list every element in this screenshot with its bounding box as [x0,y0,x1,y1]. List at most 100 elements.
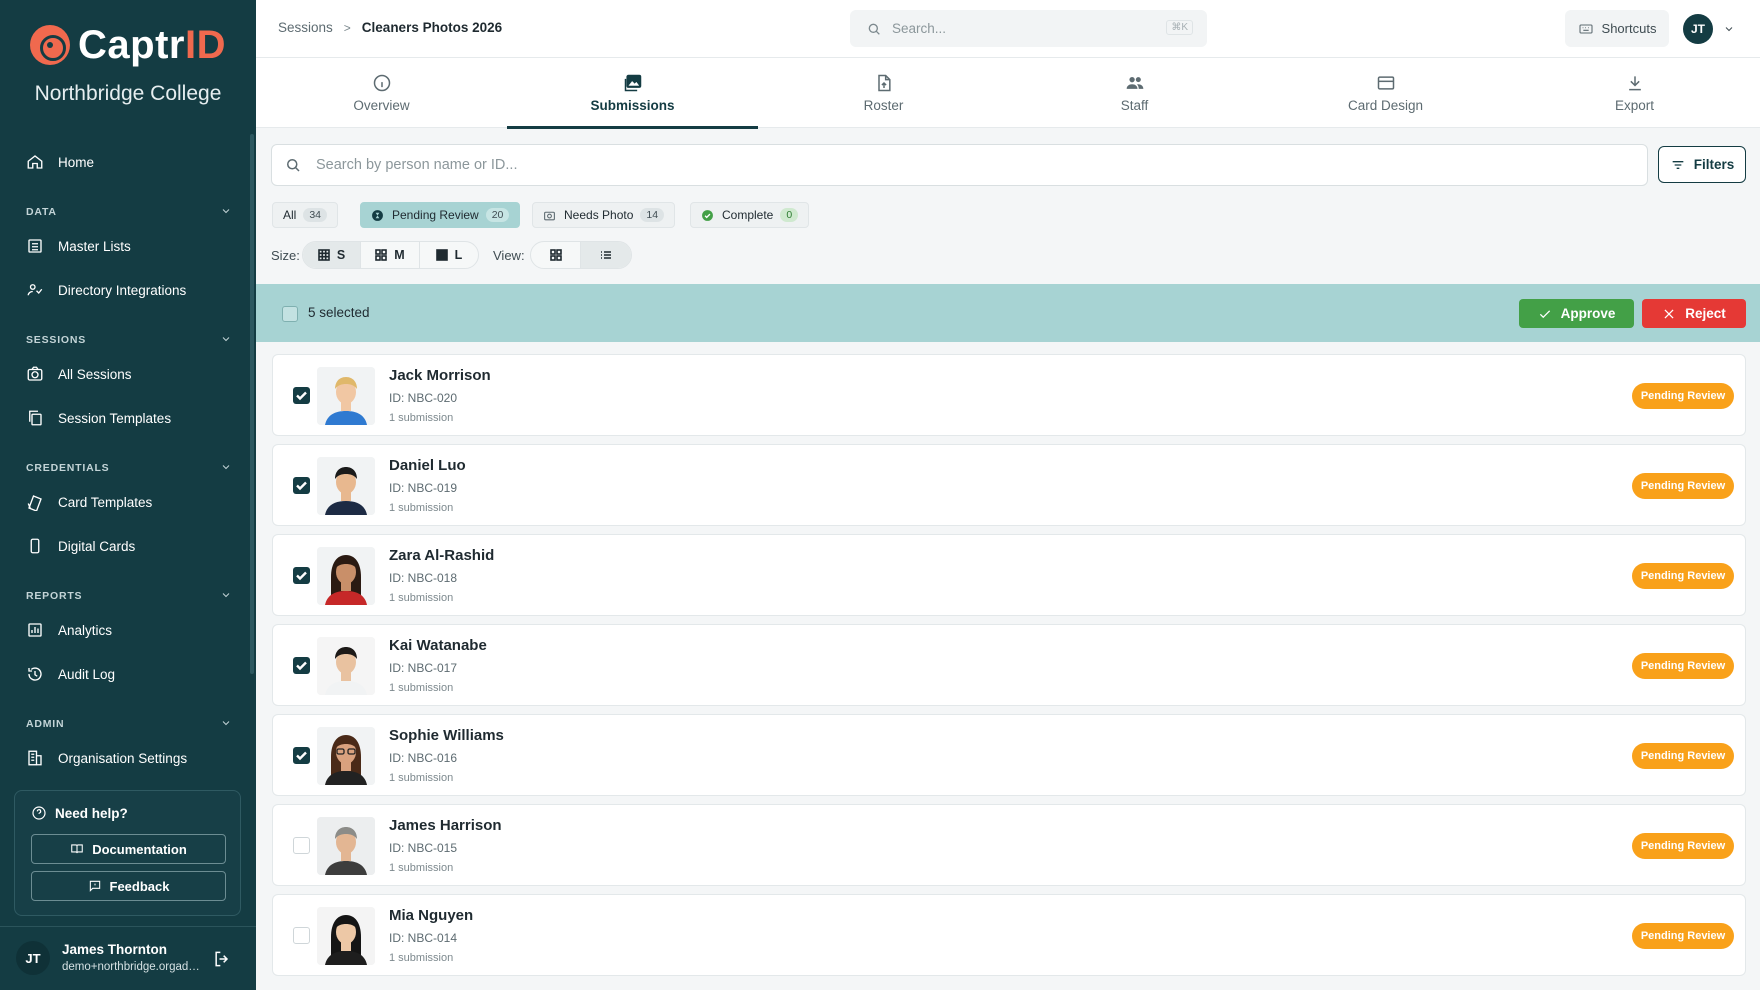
sidebar-item-session-templates[interactable]: Session Templates [26,403,171,433]
status-badge: Pending Review [1632,923,1734,949]
nav-section-reports[interactable]: REPORTS [26,588,232,604]
tab-staff[interactable]: Staff [1009,58,1260,128]
nav-section-data[interactable]: DATA [26,204,232,220]
person-id: ID: NBC-020 [389,391,458,405]
grid-view-icon [549,249,562,261]
sidebar-item-audit-log[interactable]: Audit Log [26,659,115,689]
sidebar-scrollbar[interactable] [250,134,254,674]
person-row[interactable]: Jack Morrison ID: NBC-020 1 submission Pend… [272,354,1746,436]
person-photo[interactable] [317,727,375,785]
person-id: ID: NBC-017 [389,661,458,675]
person-search-input[interactable] [316,157,1616,173]
camera-icon [26,365,44,383]
nav-section-admin[interactable]: ADMIN [26,716,232,732]
row-checkbox[interactable] [293,927,310,944]
person-photo[interactable] [317,637,375,695]
sidebar-item-all-sessions[interactable]: All Sessions [26,359,132,389]
chip-complete[interactable]: Complete 0 [690,202,810,228]
chevron-down-icon[interactable] [1723,22,1735,40]
row-checkbox[interactable] [293,837,310,854]
reject-button[interactable]: Reject [1642,299,1746,328]
select-all-checkbox[interactable] [282,306,298,322]
row-checkbox[interactable] [293,657,310,674]
chip-pending-review[interactable]: Pending Review 20 [360,202,521,228]
sidebar-item-digital-cards[interactable]: Digital Cards [26,531,135,561]
size-m-option[interactable]: M [361,242,420,268]
phone-icon [26,537,44,555]
person-row[interactable]: Zara Al-Rashid ID: NBC-018 1 submission Pen… [272,534,1746,616]
filter-icon [1672,160,1684,169]
person-name[interactable]: James Harrison [389,817,502,834]
submission-count: 1 submission [389,862,454,874]
person-row[interactable]: Sophie Williams ID: NBC-016 1 submission Pe… [272,714,1746,796]
chip-all[interactable]: All 34 [272,202,339,228]
copy-icon [26,409,44,427]
person-photo[interactable] [317,547,375,605]
aperture-logo-icon [30,25,70,65]
sidebar-item-master-lists[interactable]: Master Lists [26,231,131,261]
person-photo[interactable] [317,457,375,515]
account-avatar[interactable]: JT [1683,14,1713,44]
logout-icon[interactable] [212,949,232,974]
tab-overview[interactable]: Overview [256,58,507,128]
person-name[interactable]: Zara Al-Rashid [389,547,494,564]
person-photo[interactable] [317,907,375,965]
person-row[interactable]: Kai Watanabe ID: NBC-017 1 submission Pendi… [272,624,1746,706]
person-row[interactable]: Daniel Luo ID: NBC-019 1 submission Pending… [272,444,1746,526]
approve-button[interactable]: Approve [1519,299,1634,328]
book-icon [71,844,83,854]
person-row[interactable]: Mia Nguyen ID: NBC-014 1 submission Pending… [272,894,1746,976]
view-list-option[interactable] [581,242,631,268]
breadcrumb-sessions-link[interactable]: Sessions [278,20,333,35]
submission-count: 1 submission [389,592,454,604]
person-name[interactable]: Sophie Williams [389,727,504,744]
sidebar-item-directory-integrations[interactable]: Directory Integrations [26,275,186,305]
logo[interactable]: CaptrID [30,22,226,68]
feedback-button[interactable]: Feedback [31,871,226,901]
chip-needs-photo[interactable]: Needs Photo 14 [532,202,676,228]
user-email: demo+northbridge.orgadmin@captrid.com [62,961,200,973]
search-icon [287,159,300,172]
size-s-option[interactable]: S [303,242,361,268]
filters-button[interactable]: Filters [1658,146,1746,183]
size-l-option[interactable]: L [420,242,478,268]
person-photo[interactable] [317,817,375,875]
view-toggle [530,241,632,269]
row-checkbox[interactable] [293,387,310,404]
breadcrumb: Sessions > Cleaners Photos 2026 [278,20,502,35]
person-photo[interactable] [317,367,375,425]
person-name[interactable]: Mia Nguyen [389,907,473,924]
sidebar-item-home[interactable]: Home [26,147,94,177]
documentation-button[interactable]: Documentation [31,834,226,864]
tab-submissions[interactable]: Submissions [507,58,758,129]
status-badge: Pending Review [1632,833,1734,859]
person-id: ID: NBC-018 [389,571,458,585]
submission-count: 1 submission [389,502,454,514]
tab-roster[interactable]: Roster [758,58,1009,128]
row-checkbox[interactable] [293,747,310,764]
row-checkbox[interactable] [293,477,310,494]
person-search [271,144,1648,186]
tab-export[interactable]: Export [1509,58,1760,128]
nav-section-sessions[interactable]: SESSIONS [26,332,232,348]
nav-section-credentials[interactable]: CREDENTIALS [26,460,232,476]
person-row[interactable]: James Harrison ID: NBC-015 1 submission Pen… [272,804,1746,886]
sidebar-item-organisation-settings[interactable]: Organisation Settings [26,743,187,773]
person-name[interactable]: Jack Morrison [389,367,491,384]
shortcuts-button[interactable]: Shortcuts [1565,10,1669,47]
sidebar-item-card-templates[interactable]: Card Templates [26,487,152,517]
avatar[interactable]: JT [16,941,50,975]
breadcrumb-separator: > [343,20,351,35]
row-checkbox[interactable] [293,567,310,584]
logo-word: Captr [78,22,185,67]
view-grid-option[interactable] [531,242,581,268]
close-icon [1664,308,1674,319]
person-name[interactable]: Kai Watanabe [389,637,487,654]
sidebar-item-analytics[interactable]: Analytics [26,615,112,645]
help-icon [32,806,46,820]
chip-count: 0 [780,208,799,222]
session-tabs: Overview Submissions Roster Staff Card D… [256,58,1760,129]
tab-card-design[interactable]: Card Design [1260,58,1511,128]
person-name[interactable]: Daniel Luo [389,457,466,474]
global-search[interactable]: Search... ⌘K [850,10,1207,47]
